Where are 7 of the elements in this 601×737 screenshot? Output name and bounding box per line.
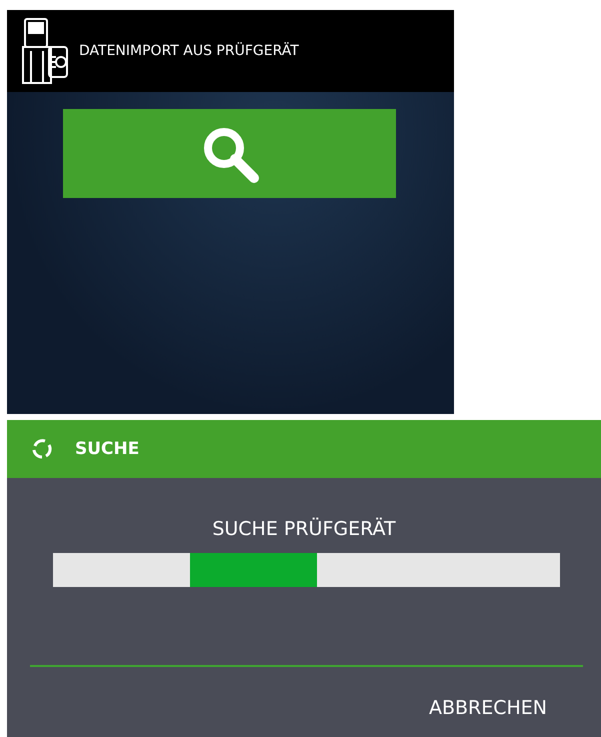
cancel-button[interactable]: ABBRECHEN (422, 693, 553, 723)
search-button[interactable] (63, 109, 396, 198)
dialog-title: SUCHE (75, 439, 140, 459)
panel-title: DATENIMPORT AUS PRÜFGERÄT (79, 43, 299, 59)
dialog-message: SUCHE PRÜFGERÄT (211, 518, 397, 540)
refresh-icon (31, 438, 53, 460)
test-device-icon (19, 17, 69, 85)
